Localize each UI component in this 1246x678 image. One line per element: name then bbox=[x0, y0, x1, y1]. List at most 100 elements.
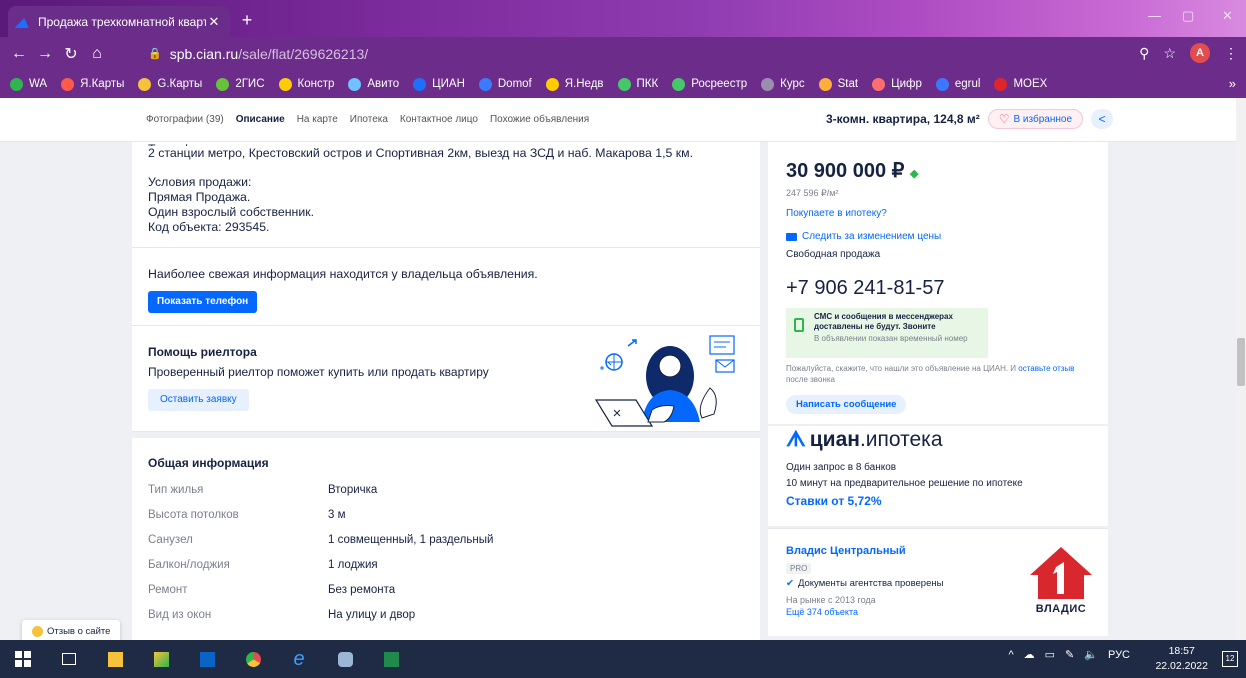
scroll-thumb[interactable] bbox=[1237, 338, 1245, 386]
paint-icon[interactable] bbox=[322, 640, 368, 678]
bookmark-item[interactable]: 2ГИС bbox=[216, 77, 265, 91]
owner-info-text: Наиболее свежая информация находится у в… bbox=[148, 267, 538, 281]
bookmark-item[interactable]: Цифр bbox=[872, 77, 922, 91]
subnav-link[interactable]: Фотографии (39) bbox=[146, 114, 224, 125]
clock-time: 18:57 bbox=[1168, 645, 1195, 657]
bookmark-item[interactable]: Domof bbox=[478, 77, 532, 91]
bookmark-icon bbox=[761, 77, 775, 91]
tab-close-icon[interactable]: ✕ bbox=[206, 14, 222, 30]
browser-tab[interactable]: Продажа трехкомнатной кварт ✕ bbox=[8, 6, 230, 37]
cian-mortgage-card[interactable]: ᗑ циан .ипотека Один запрос в 8 банков 10… bbox=[768, 426, 1108, 526]
windows-taskbar: e ^ ☁ ▭ ✎ 🔈 РУС 18:57 22.02.2022 12 bbox=[0, 640, 1246, 678]
new-tab-button[interactable]: + bbox=[236, 10, 258, 32]
general-info-section: Общая информация Тип жилья Вторичка Высота… bbox=[132, 438, 760, 640]
back-icon[interactable]: ← bbox=[6, 45, 32, 63]
minimize-icon[interactable]: — bbox=[1148, 8, 1161, 23]
bookmark-star-icon[interactable]: ☆ bbox=[1163, 45, 1176, 62]
write-message-button[interactable]: Написать сообщение bbox=[786, 395, 907, 414]
pro-badge: PRO bbox=[786, 563, 812, 574]
info-row: Тип жилья Вторичка bbox=[148, 484, 744, 509]
tray-expand-icon[interactable]: ^ bbox=[1008, 649, 1013, 661]
agency-logo[interactable]: ВЛАДИС bbox=[1026, 545, 1096, 617]
site-feedback-button[interactable]: Отзыв о сайте bbox=[22, 620, 121, 640]
realtor-illustration bbox=[594, 335, 735, 427]
info-row: Высота потолков 3 м bbox=[148, 509, 744, 534]
bookmark-item[interactable]: Я.Карты bbox=[61, 77, 124, 91]
info-row: Ремонт Без ремонта bbox=[148, 584, 744, 609]
zoom-icon[interactable]: ⚲ bbox=[1139, 45, 1149, 62]
bookmark-item[interactable]: Курс bbox=[761, 77, 805, 91]
subnav-link[interactable]: На карте bbox=[297, 114, 338, 125]
bookmark-item[interactable]: MOEX bbox=[994, 77, 1047, 91]
bookmark-item[interactable]: egrul bbox=[935, 77, 980, 91]
cian-rates-link[interactable]: Ставки от 5,72% bbox=[786, 494, 882, 508]
agency-name[interactable]: Владис Центральный bbox=[786, 545, 906, 557]
bookmark-item[interactable]: ПКК bbox=[617, 77, 658, 91]
outlook-icon[interactable] bbox=[184, 640, 230, 678]
tab-title: Продажа трехкомнатной кварт bbox=[38, 14, 206, 29]
network-icon[interactable]: ▭ bbox=[1045, 648, 1055, 661]
window-close-icon[interactable]: ✕ bbox=[1222, 8, 1233, 24]
bookmark-label: Цифр bbox=[891, 78, 922, 90]
clock[interactable]: 18:57 22.02.2022 bbox=[1155, 644, 1208, 674]
bookmark-icon bbox=[818, 77, 832, 91]
windows-start-icon[interactable] bbox=[0, 640, 46, 678]
agency-more-link[interactable]: Ещё 374 объекта bbox=[786, 607, 858, 617]
menu-kebab-icon[interactable]: ⋮ bbox=[1224, 45, 1238, 62]
smile-icon bbox=[32, 625, 43, 637]
reload-icon[interactable]: ↻ bbox=[58, 44, 84, 64]
notifications-icon[interactable]: 12 bbox=[1222, 651, 1238, 667]
language-indicator[interactable]: РУС bbox=[1108, 649, 1130, 661]
owner-info-section: Наиболее свежая информация находится у в… bbox=[132, 248, 760, 326]
envelope-icon bbox=[786, 232, 797, 241]
profile-avatar[interactable]: A bbox=[1190, 43, 1210, 63]
pen-icon[interactable]: ✎ bbox=[1065, 648, 1074, 661]
forward-icon[interactable]: → bbox=[32, 45, 58, 63]
task-view-icon[interactable] bbox=[46, 640, 92, 678]
bookmark-item[interactable]: Росреестр bbox=[672, 77, 747, 91]
subnav-link[interactable]: Ипотека bbox=[350, 114, 388, 125]
excel-icon[interactable] bbox=[368, 640, 414, 678]
mortgage-link[interactable]: Покупаете в ипотеку? bbox=[786, 208, 887, 219]
page-scrollbar[interactable] bbox=[1236, 98, 1246, 640]
bookmark-item[interactable]: Констр bbox=[278, 77, 334, 91]
phone-icon bbox=[794, 318, 804, 332]
app-icon[interactable] bbox=[138, 640, 184, 678]
volume-icon[interactable]: 🔈 bbox=[1084, 648, 1098, 661]
cian-banks-text: Один запрос в 8 банков bbox=[786, 462, 897, 473]
bookmark-item[interactable]: G.Карты bbox=[138, 77, 202, 91]
share-icon[interactable]: < bbox=[1091, 109, 1114, 129]
bookmark-item[interactable]: Авито bbox=[348, 77, 399, 91]
track-price-link[interactable]: Следить за изменением цены bbox=[786, 231, 941, 242]
address-bar[interactable]: 🔒 spb.cian.ru /sale/flat/269626213/ bbox=[148, 42, 368, 65]
leave-review-link[interactable]: оставьте отзыв bbox=[1018, 364, 1074, 373]
bookmark-item[interactable]: ЦИАН bbox=[413, 77, 465, 91]
maximize-icon[interactable]: ▢ bbox=[1182, 8, 1194, 24]
file-explorer-icon[interactable] bbox=[92, 640, 138, 678]
agency-since: На рынке с 2013 года bbox=[786, 595, 876, 605]
bookmark-item[interactable]: Stat bbox=[818, 77, 858, 91]
subnav-link[interactable]: Контактное лицо bbox=[400, 114, 478, 125]
show-phone-button[interactable]: Показать телефон bbox=[148, 291, 258, 313]
bookmark-item[interactable]: WA bbox=[10, 77, 47, 91]
bookmarks-more-icon[interactable]: » bbox=[1229, 76, 1236, 91]
home-icon[interactable]: ⌂ bbox=[84, 45, 110, 63]
subnav-link[interactable]: Похожие объявления bbox=[490, 114, 589, 125]
bookmark-item[interactable]: Я.Недв bbox=[545, 77, 604, 91]
temp-number-text: В объявлении показан временный номер bbox=[814, 334, 968, 343]
bookmark-label: 2ГИС bbox=[235, 78, 265, 90]
add-favorite-button[interactable]: ♡ В избранное bbox=[987, 109, 1084, 129]
price-value: 30 900 000 ₽ ◆ bbox=[786, 158, 918, 183]
sale-conditions-title: Условия продажи: bbox=[148, 175, 252, 189]
onedrive-icon[interactable]: ☁ bbox=[1024, 648, 1035, 661]
sms-notice: СМС и сообщения в мессенджерах доставлен… bbox=[786, 308, 988, 358]
info-value: 1 лоджия bbox=[328, 559, 378, 571]
subnav-link[interactable]: Описание bbox=[236, 114, 285, 125]
phone-number[interactable]: +7 906 241-81-57 bbox=[786, 277, 944, 300]
chrome-icon[interactable] bbox=[230, 640, 276, 678]
bookmark-icon bbox=[413, 77, 427, 91]
bookmark-icon bbox=[545, 77, 559, 91]
bookmark-icon bbox=[61, 77, 75, 91]
leave-request-button[interactable]: Оставить заявку bbox=[148, 389, 249, 411]
internet-explorer-icon[interactable]: e bbox=[276, 640, 322, 678]
